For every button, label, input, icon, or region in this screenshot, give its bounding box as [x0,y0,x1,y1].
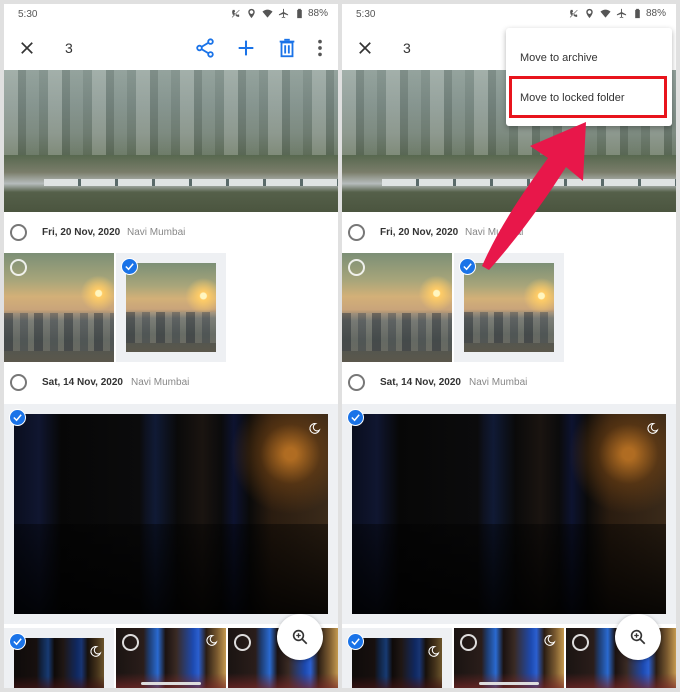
group-date: Fri, 20 Nov, 2020 [42,227,121,238]
close-icon[interactable] [18,39,36,57]
add-button[interactable] [235,37,257,59]
group-date: Sat, 14 Nov, 2020 [42,377,123,388]
night-sight-icon [206,635,218,646]
battery-percent: 88% [645,8,666,19]
unselected-circle-icon[interactable] [234,634,251,651]
date-header: Sat, 14 Nov, 2020 Navi Mumbai [4,368,338,398]
overflow-menu: Move to archive Move to locked folder [506,28,672,126]
checkmark-icon[interactable] [459,258,476,275]
status-bar: 5:30 88% [4,4,338,26]
night-sight-icon [428,646,440,657]
group-date: Sat, 14 Nov, 2020 [380,377,461,388]
close-icon[interactable] [356,39,374,57]
share-button[interactable] [194,37,216,59]
checkmark-icon[interactable] [347,409,364,426]
unselected-circle-icon[interactable] [348,259,365,276]
wifi-icon [262,9,273,18]
add-icon [238,40,254,56]
gesture-nav-bar[interactable] [479,682,539,685]
battery-icon [297,8,302,19]
more-options-button[interactable] [309,37,331,59]
unselected-circle-icon[interactable] [10,259,27,276]
date-header: Sat, 14 Nov, 2020 Navi Mumbai [342,368,676,398]
checkmark-icon[interactable] [121,258,138,275]
photo-city-train[interactable] [4,70,338,212]
unselected-circle-icon[interactable] [572,634,589,651]
select-day-radio[interactable] [10,224,27,241]
airplane-icon [278,8,289,19]
gesture-nav-bar[interactable] [141,682,201,685]
highlight-box [509,76,667,118]
select-day-radio[interactable] [348,224,365,241]
group-place: Navi Mumbai [465,227,524,238]
photo-sunset-2[interactable] [126,263,216,352]
call-muted-icon [569,9,578,18]
checkmark-icon[interactable] [9,633,26,650]
night-sight-icon [90,646,102,657]
photo-night-room[interactable] [352,414,666,614]
night-sight-icon [544,635,556,646]
photo-sunset-2[interactable] [464,263,554,352]
phone-screen-left: 5:30 88% 3 Fri, 20 Nov, 2020 Navi Mumbai [4,4,338,688]
unselected-circle-icon[interactable] [460,634,477,651]
group-place: Navi Mumbai [127,227,186,238]
delete-icon [279,38,295,58]
status-time: 5:30 [18,9,38,20]
selection-app-bar: 3 [4,26,338,70]
menu-item-move-to-archive[interactable]: Move to archive [506,38,672,78]
date-header: Fri, 20 Nov, 2020 Navi Mumbai [4,218,338,248]
date-header: Fri, 20 Nov, 2020 Navi Mumbai [342,218,676,248]
select-day-radio[interactable] [348,374,365,391]
zoom-in-icon [292,629,308,645]
selected-count: 3 [65,40,73,56]
zoom-in-icon [630,629,646,645]
battery-icon [635,8,640,19]
checkmark-icon[interactable] [347,633,364,650]
more-vert-icon [318,39,322,57]
group-date: Fri, 20 Nov, 2020 [380,227,459,238]
unselected-circle-icon[interactable] [122,634,139,651]
zoom-fab-button[interactable] [615,614,661,660]
status-time: 5:30 [356,9,376,20]
phone-screen-right: 5:30 88% 3 Fri, 20 Nov, 2020 Navi Mumbai… [342,4,676,688]
select-day-radio[interactable] [10,374,27,391]
battery-percent: 88% [307,8,328,19]
selected-count: 3 [403,40,411,56]
wifi-icon [600,9,611,18]
night-sight-icon [309,423,321,434]
group-place: Navi Mumbai [469,377,528,388]
night-sight-icon [647,423,659,434]
airplane-icon [616,8,627,19]
location-icon [586,8,593,19]
zoom-fab-button[interactable] [277,614,323,660]
location-icon [248,8,255,19]
status-bar: 5:30 88% [342,4,676,26]
photo-night-room[interactable] [14,414,328,614]
delete-button[interactable] [276,37,298,59]
call-muted-icon [231,9,240,18]
checkmark-icon[interactable] [9,409,26,426]
share-icon [196,38,214,58]
group-place: Navi Mumbai [131,377,190,388]
